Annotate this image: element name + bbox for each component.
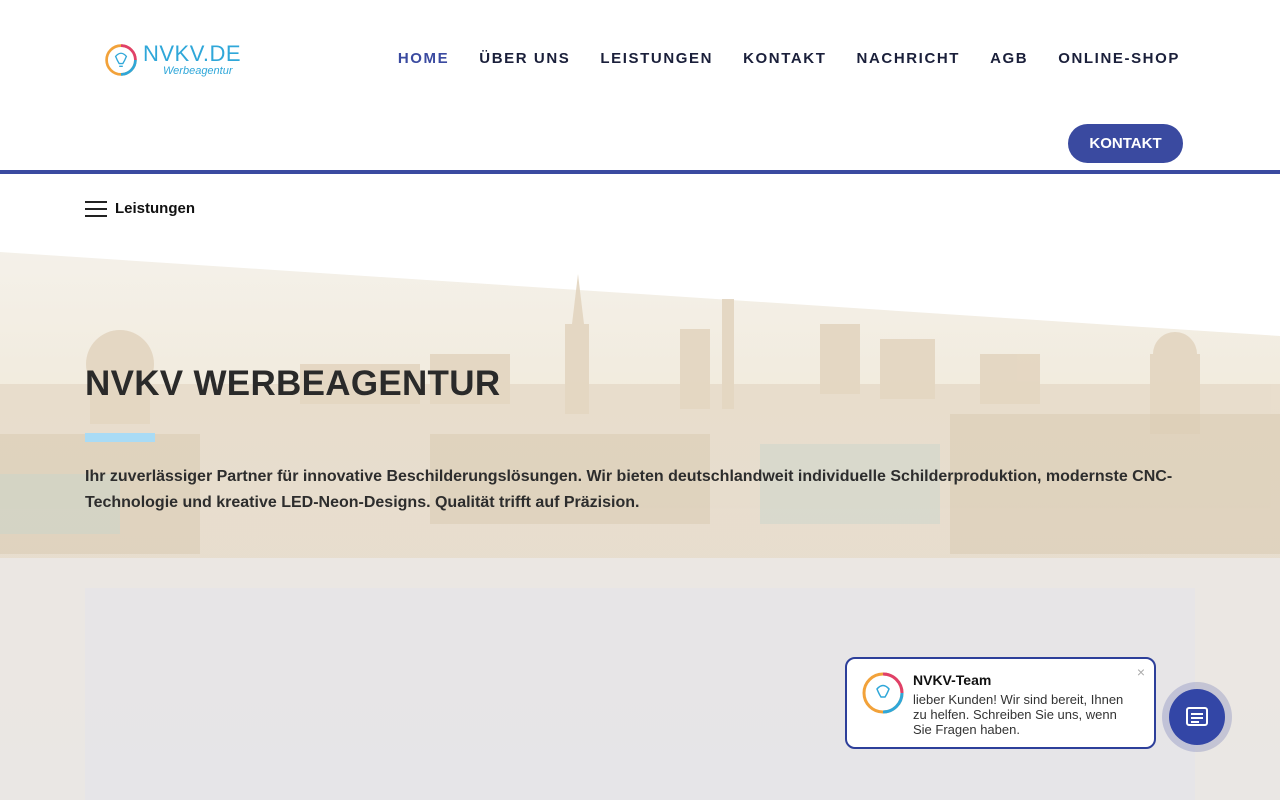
chat-avatar-icon [862, 672, 904, 714]
title-accent-bar [85, 433, 155, 442]
nav-item-home[interactable]: HOME [398, 49, 449, 69]
kontakt-button[interactable]: KONTAKT [1068, 124, 1183, 163]
chat-popup[interactable]: NVKV-Team lieber Kunden! Wir sind bereit… [845, 657, 1156, 749]
nav-item-kontakt[interactable]: KONTAKT [743, 49, 826, 69]
chat-icon [1186, 707, 1208, 726]
nav-item-ueber-uns[interactable]: ÜBER UNS [479, 49, 570, 69]
site-header: NVKV.DE Werbeagentur HOME ÜBER UNS LEIST… [0, 0, 1280, 170]
close-icon[interactable]: × [1137, 665, 1145, 679]
submenu-label: Leistungen [115, 200, 196, 217]
chat-sender-name: NVKV-Team [913, 672, 992, 688]
header-divider [0, 170, 1280, 174]
chat-message: lieber Kunden! Wir sind bereit, Ihnen zu… [913, 692, 1124, 737]
nav-item-leistungen[interactable]: LEISTUNGEN [600, 49, 713, 69]
logo-name: NVKV.DE [143, 41, 242, 66]
nav-item-online-shop[interactable]: ONLINE-SHOP [1058, 49, 1180, 69]
logo-bulb-icon [105, 44, 137, 76]
leistungen-menu-toggle[interactable]: Leistungen [85, 200, 195, 217]
hero-title: NVKV WERBEAGENTUR [85, 364, 501, 403]
hamburger-icon [85, 200, 107, 217]
chat-launcher-button[interactable] [1162, 682, 1232, 752]
nav-item-nachricht[interactable]: NACHRICHT [857, 49, 961, 69]
main-nav: HOME ÜBER UNS LEISTUNGEN KONTAKT NACHRIC… [368, 49, 1180, 69]
nav-item-agb[interactable]: AGB [990, 49, 1028, 69]
hero-description: Ihr zuverlässiger Partner für innovative… [85, 468, 1173, 511]
logo-subtitle: Werbeagentur [163, 65, 233, 77]
chat-launcher-inner [1169, 689, 1225, 745]
logo[interactable]: NVKV.DE Werbeagentur [103, 40, 253, 80]
